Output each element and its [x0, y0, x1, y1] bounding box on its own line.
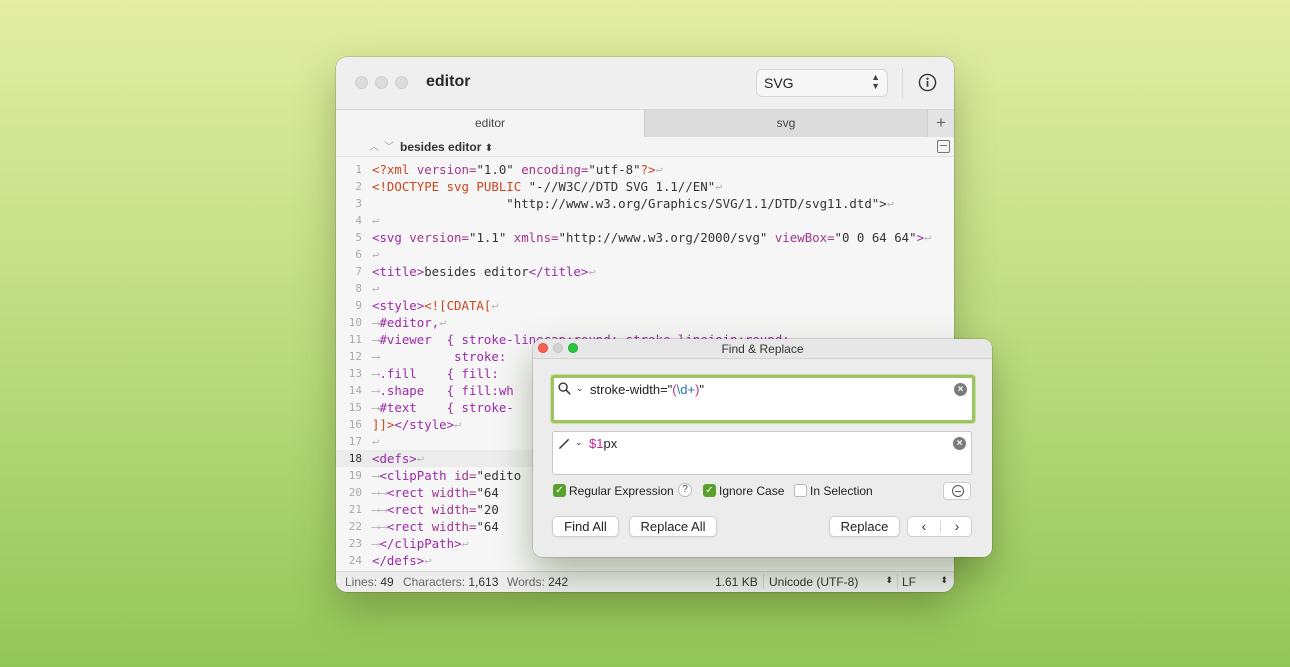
- popup-arrows-icon: ⬍: [484, 143, 494, 154]
- replace-field-text: $1px: [589, 436, 618, 451]
- updown-chevron-icon: ▲ ▼: [871, 72, 880, 91]
- toolbar-divider: [902, 68, 903, 98]
- chevron-up-icon[interactable]: ︿: [369, 138, 379, 153]
- encoding-value: Unicode (UTF-8): [769, 575, 859, 589]
- in-selection-checkbox[interactable]: [794, 484, 807, 497]
- code-line: 1 <?xml version="1.0" encoding="utf-8"?>↩: [336, 161, 954, 178]
- in-selection-label: In Selection: [810, 484, 873, 498]
- find-field[interactable]: ⌄ stroke-width="(\d+)" ×: [551, 375, 975, 423]
- chevron-down-icon[interactable]: ⌄: [576, 383, 584, 394]
- code-line: 8 ↩: [336, 280, 954, 297]
- syntax-select[interactable]: SVG ▲ ▼: [756, 69, 888, 97]
- info-icon[interactable]: [918, 73, 937, 92]
- line-number: 22: [348, 520, 362, 533]
- add-tab-button[interactable]: +: [927, 110, 954, 137]
- line-number: 5: [355, 231, 362, 244]
- line-number: 1: [355, 163, 362, 176]
- replace-field[interactable]: ⌄ $1px ×: [552, 431, 972, 475]
- clear-icon[interactable]: ×: [953, 437, 966, 450]
- line-number: 2: [355, 180, 362, 193]
- pencil-icon[interactable]: [558, 437, 571, 450]
- line-number: 21: [348, 503, 362, 516]
- tab-svg[interactable]: svg: [644, 110, 927, 137]
- search-options: ✓ Regular Expression ? ✓ Ignore Case In …: [553, 482, 973, 500]
- zoom-window-button[interactable]: [395, 76, 408, 89]
- encoding-select[interactable]: Unicode (UTF-8) ⬍: [769, 575, 893, 589]
- line-count: Lines: 49: [345, 575, 394, 589]
- tab-bar: editor svg +: [336, 109, 954, 137]
- replace-all-button[interactable]: Replace All: [629, 516, 717, 537]
- code-line: 5 <svg version="1.1" xmlns="http://www.w3…: [336, 229, 954, 246]
- clear-icon[interactable]: ×: [954, 383, 967, 396]
- find-replace-panel: Find & Replace ⌄ stroke-width="(\d+)" × …: [533, 339, 992, 557]
- line-number: 7: [355, 265, 362, 278]
- outline-title: besides editor: [400, 140, 482, 154]
- file-size: 1.61 KB: [715, 575, 758, 589]
- window-title: editor: [426, 73, 471, 90]
- close-window-button[interactable]: [355, 76, 368, 89]
- line-ending-value: LF: [902, 575, 917, 589]
- chevron-right-icon[interactable]: ›: [941, 517, 973, 536]
- chevron-left-icon[interactable]: ‹: [908, 517, 940, 536]
- line-number: 10: [348, 316, 362, 329]
- syntax-select-value: SVG: [764, 75, 794, 91]
- code-line: 4 ↩: [336, 212, 954, 229]
- replace-button[interactable]: Replace: [829, 516, 900, 537]
- line-number: 11: [348, 333, 362, 346]
- ignore-case-label: Ignore Case: [719, 484, 785, 498]
- line-number: 15: [348, 401, 362, 414]
- updown-chevron-icon: ⬍: [940, 575, 948, 585]
- panel-titlebar: Find & Replace: [533, 339, 992, 359]
- ignore-case-checkbox[interactable]: ✓: [703, 484, 716, 497]
- line-number: 4: [355, 214, 362, 227]
- code-line: 2 <!DOCTYPE svg PUBLIC "-//W3C//DTD SVG 1…: [336, 178, 954, 195]
- status-divider: [897, 574, 898, 589]
- panel-title: Find & Replace: [721, 342, 804, 356]
- find-all-button[interactable]: Find All: [552, 516, 619, 537]
- find-field-text: stroke-width="(\d+)": [590, 382, 705, 397]
- code-line: 7 <title>besides editor</title>↩: [336, 263, 954, 280]
- code-line: 6 ↩: [336, 246, 954, 263]
- line-number: 9: [355, 299, 362, 312]
- line-number: 20: [348, 486, 362, 499]
- code-line: 9 <style><![CDATA[↩: [336, 297, 954, 314]
- line-number: 23: [348, 537, 362, 550]
- line-number: 12: [348, 350, 362, 363]
- find-navigation: ‹ ›: [907, 516, 972, 537]
- code-line: 3 "http://www.w3.org/Graphics/SVG/1.1/DT…: [336, 195, 954, 212]
- status-divider: [763, 574, 764, 589]
- line-number: 16: [348, 418, 362, 431]
- split-view-icon[interactable]: [937, 140, 950, 153]
- help-button[interactable]: ?: [678, 483, 692, 497]
- minus-circle-icon: [952, 485, 964, 497]
- chevron-down-icon[interactable]: ⌄: [575, 437, 583, 448]
- chevron-down-icon[interactable]: ﹀: [384, 138, 394, 153]
- line-number: 19: [348, 469, 362, 482]
- line-number: 13: [348, 367, 362, 380]
- regex-checkbox[interactable]: ✓: [553, 484, 566, 497]
- line-number: 17: [348, 435, 362, 448]
- line-number: 6: [355, 248, 362, 261]
- line-number: 14: [348, 384, 362, 397]
- line-number: 24: [348, 554, 362, 567]
- navigation-bar: ︿ ﹀ besides editor ⬍: [336, 137, 954, 157]
- tab-editor[interactable]: editor: [336, 110, 644, 137]
- regex-label: Regular Expression: [569, 484, 674, 498]
- updown-chevron-icon: ⬍: [885, 575, 893, 585]
- line-ending-select[interactable]: LF ⬍: [902, 575, 948, 589]
- code-line: 10 ⟶#editor,↩: [336, 314, 954, 331]
- line-number: 8: [355, 282, 362, 295]
- line-number: 18: [348, 452, 362, 465]
- line-number: 3: [355, 197, 362, 210]
- status-bar: Lines: 49 Characters: 1,613 Words: 242 1…: [336, 571, 954, 592]
- character-count: Characters: 1,613: [403, 575, 499, 589]
- outline-menu[interactable]: besides editor ⬍: [400, 140, 493, 154]
- options-button[interactable]: [943, 482, 971, 500]
- window-titlebar: editor SVG ▲ ▼: [336, 57, 954, 109]
- word-count: Words: 242: [507, 575, 569, 589]
- search-icon[interactable]: [558, 382, 571, 395]
- minimize-window-button[interactable]: [375, 76, 388, 89]
